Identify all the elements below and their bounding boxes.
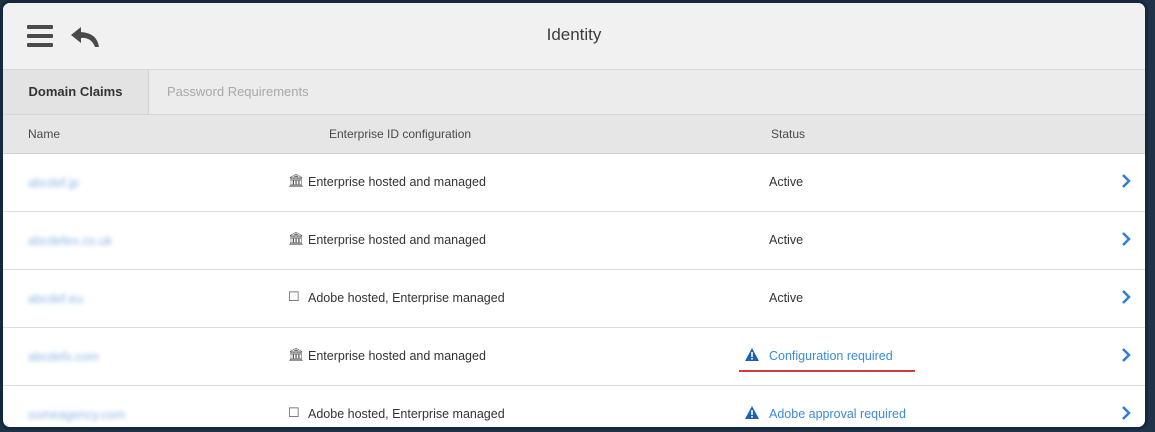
bank-icon: 🏛	[288, 231, 305, 246]
config-text: Adobe hosted, Enterprise managed	[308, 291, 505, 305]
config-text: Enterprise hosted and managed	[308, 233, 486, 247]
status-text: Active	[769, 233, 804, 247]
domain-name[interactable]: abcdefx.com	[28, 350, 99, 364]
page-title: Identity	[546, 25, 602, 44]
title-bar: Identity	[3, 3, 1145, 70]
warning-icon	[745, 406, 759, 419]
config-text: Adobe hosted, Enterprise managed	[308, 407, 505, 421]
table-row[interactable]: abcdefex.co.uk 🏛 Enterprise hosted and m…	[3, 212, 1145, 270]
adobe-icon: ☐	[288, 405, 300, 420]
table-header: Name Enterprise ID configuration Status	[3, 115, 1145, 154]
tab-bar: Domain Claims Password Requirements	[3, 70, 1145, 115]
bank-icon: 🏛	[288, 173, 305, 188]
identity-window: Identity Domain Claims Password Requirem…	[0, 0, 1148, 430]
config-text: Enterprise hosted and managed	[308, 175, 486, 189]
table-row[interactable]: abcdef.eu ☐ Adobe hosted, Enterprise man…	[3, 270, 1145, 328]
chevron-right-icon[interactable]	[1120, 346, 1132, 364]
highlight-underline	[739, 370, 915, 372]
config-text: Enterprise hosted and managed	[308, 349, 486, 363]
column-header-configuration: Enterprise ID configuration	[329, 127, 472, 141]
chevron-right-icon[interactable]	[1120, 288, 1132, 306]
table-row[interactable]: someagency.com ☐ Adobe hosted, Enterpris…	[3, 386, 1145, 427]
warning-icon	[745, 348, 759, 361]
status-text: Active	[769, 175, 804, 189]
tab-domain-claims[interactable]: Domain Claims	[3, 70, 149, 114]
domain-name[interactable]: someagency.com	[28, 408, 125, 422]
table-row[interactable]: abcdefx.com 🏛 Enterprise hosted and mana…	[3, 328, 1145, 386]
adobe-icon: ☐	[288, 289, 300, 304]
column-header-status: Status	[771, 127, 806, 141]
domain-name[interactable]: abcdef.jp	[28, 176, 79, 190]
column-header-name[interactable]: Name	[28, 127, 60, 141]
table-body: abcdef.jp 🏛 Enterprise hosted and manage…	[3, 154, 1145, 427]
status-link[interactable]: Adobe approval required	[769, 407, 906, 421]
status-text: Active	[769, 291, 804, 305]
chevron-right-icon[interactable]	[1120, 230, 1132, 248]
status-link[interactable]: Configuration required	[769, 349, 893, 363]
bank-icon: 🏛	[288, 347, 305, 362]
chevron-right-icon[interactable]	[1120, 172, 1132, 190]
domain-name[interactable]: abcdef.eu	[28, 292, 83, 306]
chevron-right-icon[interactable]	[1120, 404, 1132, 422]
table-row[interactable]: abcdef.jp 🏛 Enterprise hosted and manage…	[3, 154, 1145, 212]
domain-name[interactable]: abcdefex.co.uk	[28, 234, 112, 248]
tab-password-requirements[interactable]: Password Requirements	[167, 70, 309, 114]
